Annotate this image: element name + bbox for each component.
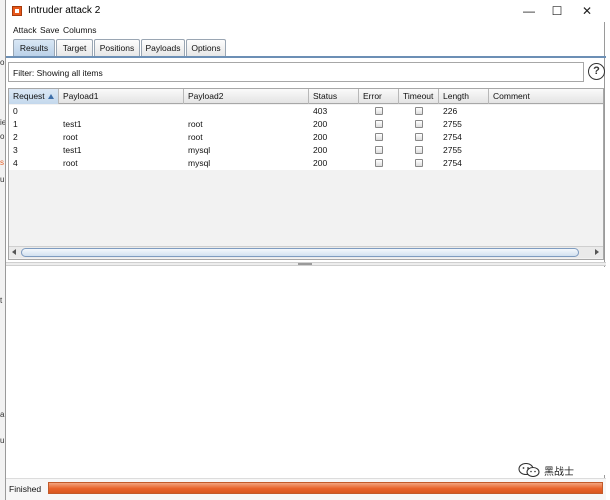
column-header-payload1[interactable]: Payload1 (59, 89, 184, 104)
table-row[interactable]: 2 root root 200 2754 (9, 131, 603, 144)
cell-comment (489, 118, 493, 131)
background-text-fragment: t (0, 296, 3, 305)
filter-bar[interactable]: Filter: Showing all items (8, 62, 584, 82)
timeout-checkbox[interactable] (415, 133, 423, 141)
cell-payload1: test1 (63, 145, 82, 155)
sort-ascending-icon (48, 94, 54, 99)
table-header: Request Payload1 Payload2 Status Error T… (9, 89, 603, 104)
intruder-attack-window: Intruder attack 2 — ☐ ✕ Attack Save Colu… (5, 0, 606, 500)
close-button[interactable]: ✕ (576, 3, 598, 19)
cell-payload2: root (188, 119, 203, 129)
question-icon[interactable]: ? (588, 63, 605, 80)
cell-comment (489, 105, 493, 118)
background-text-fragment: u (0, 175, 5, 184)
cell-length: 2754 (443, 158, 462, 168)
watermark-text: 黑战士 (544, 467, 574, 478)
column-header-length[interactable]: Length (439, 89, 489, 104)
wechat-icon (518, 463, 540, 477)
scrollbar-thumb[interactable] (21, 248, 579, 257)
column-header-comment[interactable]: Comment (489, 89, 603, 104)
tab-options[interactable]: Options (186, 39, 226, 57)
error-checkbox[interactable] (375, 120, 383, 128)
scroll-left-icon[interactable] (12, 249, 16, 255)
timeout-checkbox[interactable] (415, 146, 423, 154)
cell-request: 2 (13, 132, 18, 142)
error-checkbox[interactable] (375, 159, 383, 167)
error-checkbox[interactable] (375, 146, 383, 154)
tab-payloads[interactable]: Payloads (141, 39, 185, 57)
cell-length: 2754 (443, 132, 462, 142)
status-bar: Finished (6, 478, 606, 500)
cell-status: 200 (313, 132, 328, 142)
cell-status: 200 (313, 119, 328, 129)
progress-bar (48, 482, 603, 494)
error-checkbox[interactable] (375, 107, 383, 115)
tab-positions[interactable]: Positions (94, 39, 140, 57)
column-header-label: Request (13, 91, 45, 101)
status-label: Finished (9, 484, 42, 494)
background-text-fragment: s (0, 158, 4, 167)
cell-request: 3 (13, 145, 18, 155)
timeout-checkbox[interactable] (415, 107, 423, 115)
cell-payload1: root (63, 132, 78, 142)
cell-comment (489, 131, 493, 144)
maximize-button[interactable]: ☐ (546, 3, 568, 19)
cell-payload1 (59, 105, 63, 118)
cell-request: 0 (13, 106, 18, 116)
table-row[interactable]: 3 test1 mysql 200 2755 (9, 144, 603, 157)
menu-columns[interactable]: Columns (63, 25, 97, 35)
burp-app-icon (12, 6, 22, 16)
tab-results[interactable]: Results (13, 39, 55, 57)
cell-status: 200 (313, 145, 328, 155)
window-title: Intruder attack 2 (28, 5, 101, 16)
background-text-fragment: o (0, 58, 5, 67)
column-header-request[interactable]: Request (9, 89, 59, 104)
tab-underline (6, 56, 606, 58)
table-row[interactable]: 0 403 226 (9, 105, 603, 118)
cell-status: 403 (313, 106, 328, 116)
column-header-payload2[interactable]: Payload2 (184, 89, 309, 104)
background-text-fragment: a (0, 410, 5, 419)
divider-grip-icon[interactable] (298, 263, 312, 265)
request-response-pane (6, 267, 606, 475)
minimize-button[interactable]: — (518, 3, 540, 19)
progress-fill (49, 483, 602, 493)
cell-request: 1 (13, 119, 18, 129)
table-row[interactable]: 1 test1 root 200 2755 (9, 118, 603, 131)
cell-length: 226 (443, 106, 458, 116)
cell-payload2: root (188, 132, 203, 142)
cell-payload2 (184, 105, 188, 118)
horizontal-scrollbar[interactable] (9, 246, 603, 258)
timeout-checkbox[interactable] (415, 159, 423, 167)
cell-comment (489, 157, 493, 170)
column-header-timeout[interactable]: Timeout (399, 89, 439, 104)
filter-text: Filter: Showing all items (13, 68, 103, 78)
cell-request: 4 (13, 158, 18, 168)
menu-save[interactable]: Save (40, 25, 59, 35)
cell-payload2: mysql (188, 145, 211, 155)
split-pane-divider[interactable] (6, 262, 606, 266)
cell-length: 2755 (443, 145, 462, 155)
column-header-error[interactable]: Error (359, 89, 399, 104)
cell-payload1: test1 (63, 119, 82, 129)
cell-length: 2755 (443, 119, 462, 129)
cell-payload2: mysql (188, 158, 211, 168)
cell-payload1: root (63, 158, 78, 168)
tab-target[interactable]: Target (56, 39, 93, 57)
scroll-right-icon[interactable] (595, 249, 599, 255)
menu-attack[interactable]: Attack (13, 25, 37, 35)
results-table: Request Payload1 Payload2 Status Error T… (8, 88, 604, 260)
cell-comment (489, 144, 493, 157)
title-bar[interactable]: Intruder attack 2 — ☐ ✕ (6, 0, 606, 22)
error-checkbox[interactable] (375, 133, 383, 141)
background-text-fragment: o (0, 132, 5, 141)
menu-bar: Attack Save Columns (6, 23, 606, 37)
table-body: 0 403 226 1 test1 root 200 2755 2 root r… (9, 105, 603, 170)
timeout-checkbox[interactable] (415, 120, 423, 128)
table-row[interactable]: 4 root mysql 200 2754 (9, 157, 603, 170)
column-header-status[interactable]: Status (309, 89, 359, 104)
cell-status: 200 (313, 158, 328, 168)
